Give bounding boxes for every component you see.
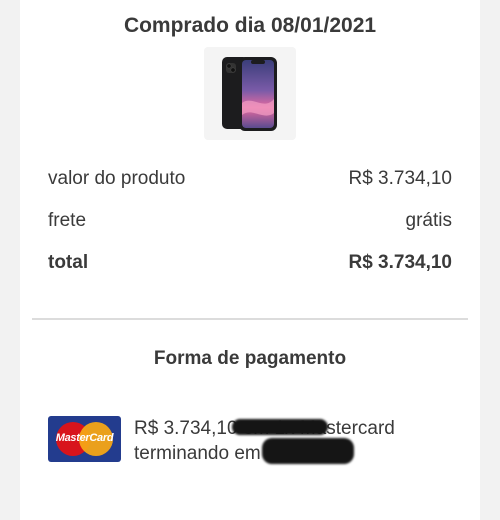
summary-value: grátis <box>405 210 452 231</box>
smartphone-icon <box>222 57 277 131</box>
product-thumbnail[interactable] <box>204 47 296 140</box>
order-details-card: Comprado dia 08/01/2021 valor do produto <box>20 0 480 520</box>
redaction-mark <box>232 419 329 436</box>
summary-label: total <box>48 252 89 273</box>
redacted-card-number: 45 <box>232 419 355 466</box>
summary-value: R$ 3.734,10 <box>348 252 452 273</box>
purchase-date-title: Comprado dia 08/01/2021 <box>123 14 377 37</box>
summary-label: valor do produto <box>48 168 186 189</box>
mastercard-logo-icon: MasterCard <box>48 416 121 462</box>
payment-description: R$ 3.734,10 em 1x Mastercard terminando … <box>134 416 474 466</box>
card-ending-label: terminando em <box>134 443 261 464</box>
payment-section-title: Forma de pagamento <box>153 348 347 369</box>
payment-line-card-ending: terminando em 45 <box>134 419 474 466</box>
redaction-mark <box>262 438 355 465</box>
mastercard-logo-text: MasterCard <box>55 432 114 444</box>
summary-value: R$ 3.734,10 <box>348 168 452 189</box>
summary-label: frete <box>48 210 87 231</box>
section-divider <box>32 318 468 320</box>
